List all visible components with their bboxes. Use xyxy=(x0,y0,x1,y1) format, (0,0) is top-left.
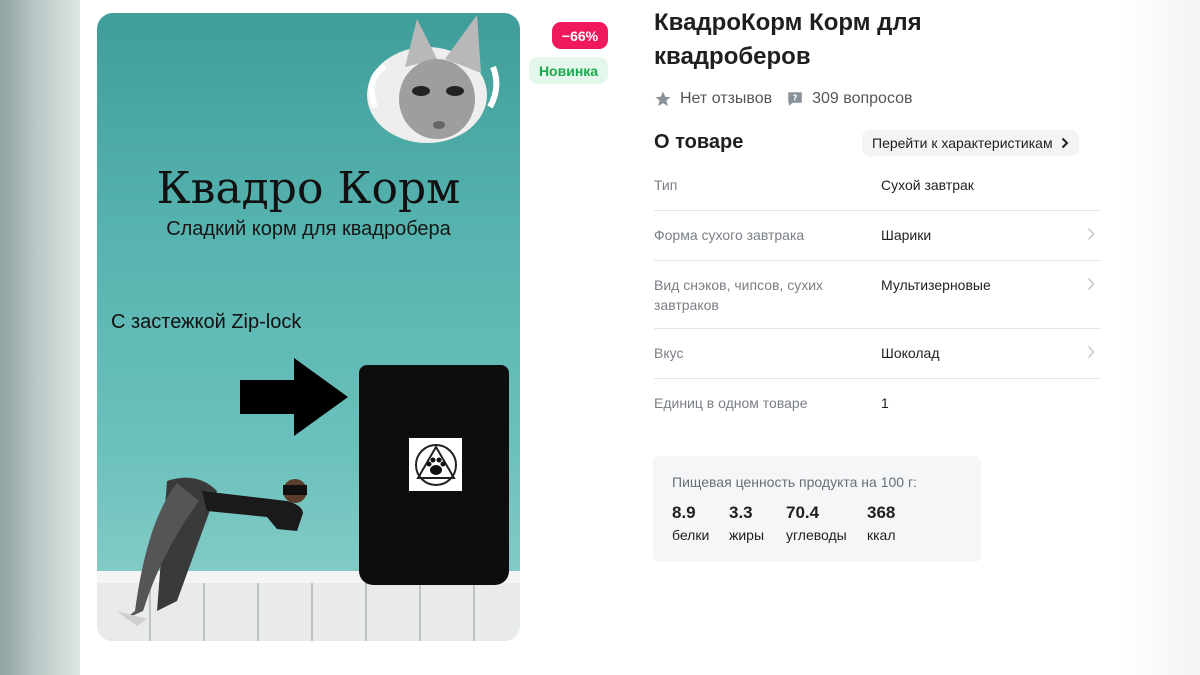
spec-row-units: Единиц в одном товаре 1 xyxy=(654,379,1101,427)
paw-triangle-icon xyxy=(414,443,457,486)
chevron-right-icon xyxy=(1087,345,1095,359)
discount-badge: −66% xyxy=(552,22,608,49)
spec-value: Шарики xyxy=(881,227,932,243)
nutrient-protein: 8.9 белки xyxy=(672,503,709,547)
nutrient-fat: 3.3 жиры xyxy=(729,503,764,547)
spec-key: Вкус xyxy=(654,345,684,361)
nutrient-value: 8.9 xyxy=(672,503,696,522)
nutrient-value: 368 xyxy=(867,503,896,522)
spec-key: Единиц в одном товаре xyxy=(654,395,808,411)
spec-key: Вид снэков, чипсов, сухих завтраков xyxy=(654,277,824,313)
nutrient-value: 3.3 xyxy=(729,503,753,522)
bag-paw-logo xyxy=(409,438,462,491)
image-title: Квадро Корм xyxy=(156,163,461,214)
nutrient-label: жиры xyxy=(729,527,765,543)
spec-key: Форма сухого завтрака xyxy=(654,227,805,243)
spec-row-type: Тип Сухой завтрак xyxy=(654,162,1101,211)
svg-text:?: ? xyxy=(793,93,798,103)
nutrient-label: углеводы xyxy=(786,527,847,543)
about-title: О товаре xyxy=(654,131,744,153)
image-ziplock-text: С застежкой Zip-lock xyxy=(111,311,302,333)
nutrient-label: белки xyxy=(672,527,710,543)
nutrient-carbs: 70.4 углеводы xyxy=(786,503,847,547)
chevron-right-icon xyxy=(1087,277,1095,291)
nutrient-label: ккал xyxy=(867,527,896,543)
spec-key: Тип xyxy=(654,177,678,193)
background-left-blur xyxy=(0,0,80,675)
spec-value: Мультизерновые xyxy=(881,277,991,293)
star-icon xyxy=(655,91,671,107)
spec-row-taste[interactable]: Вкус Шоколад xyxy=(654,329,1101,379)
product-image[interactable]: Квадро Корм Сладкий корм для квадробера … xyxy=(97,13,520,641)
spec-row-kind[interactable]: Вид снэков, чипсов, сухих завтраков Муль… xyxy=(654,261,1101,329)
chevron-right-icon xyxy=(1087,227,1095,241)
nutrition-title: Пищевая ценность продукта на 100 г: xyxy=(672,474,917,490)
spec-value: Шоколад xyxy=(881,345,940,361)
go-to-specs-label: Перейти к характеристикам xyxy=(872,135,1053,151)
cat-mask-image xyxy=(367,15,500,143)
nutrient-value: 70.4 xyxy=(786,503,820,522)
product-meta: Нет отзывов ? 309 вопросов xyxy=(654,88,927,110)
nutrition-panel: Пищевая ценность продукта на 100 г: 8.9 … xyxy=(653,456,981,562)
chevron-right-icon xyxy=(1061,137,1069,149)
questions-count: 309 вопросов xyxy=(812,90,913,107)
questions-link[interactable]: ? 309 вопросов xyxy=(786,90,913,108)
spec-table: Тип Сухой завтрак Форма сухого завтрака … xyxy=(654,162,1101,427)
go-to-specs-button[interactable]: Перейти к характеристикам xyxy=(862,130,1079,156)
question-bubble-icon: ? xyxy=(788,92,802,106)
spec-value: 1 xyxy=(881,395,889,411)
product-title: КвадроКорм Корм для квадроберов xyxy=(654,9,922,70)
reviews-link[interactable]: Нет отзывов xyxy=(654,90,772,108)
reviews-count: Нет отзывов xyxy=(680,90,773,107)
spec-value: Сухой завтрак xyxy=(881,177,974,193)
product-bag-image xyxy=(359,365,509,585)
image-subtitle: Сладкий корм для квадробера xyxy=(166,218,451,240)
nutrient-kcal: 368 ккал xyxy=(867,503,896,547)
new-badge: Новинка xyxy=(529,57,608,84)
background-right-blur xyxy=(1120,0,1200,675)
arrow-right-icon xyxy=(240,358,348,436)
quadrober-person-image xyxy=(117,477,307,626)
spec-row-shape[interactable]: Форма сухого завтрака Шарики xyxy=(654,211,1101,261)
